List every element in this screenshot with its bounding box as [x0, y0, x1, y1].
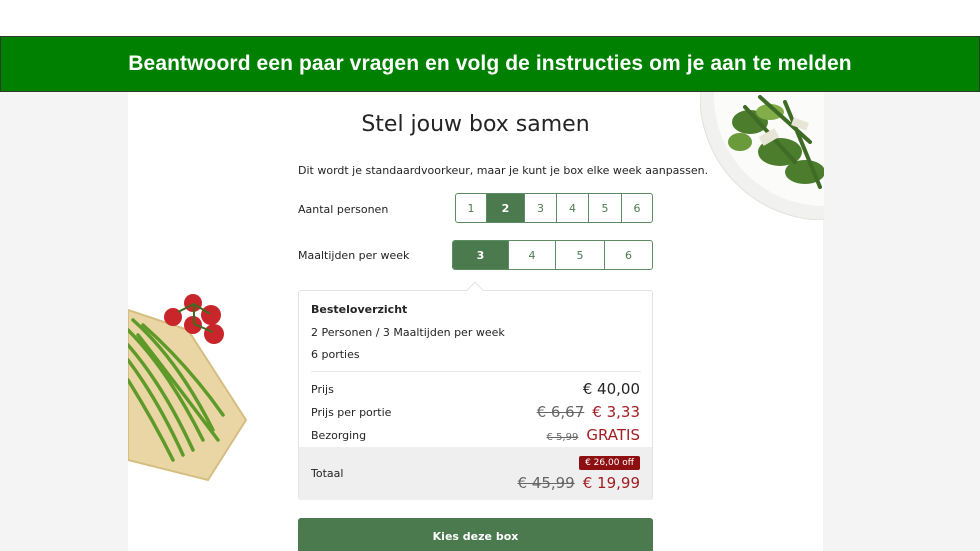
persons-option-1[interactable]: 1: [456, 194, 486, 222]
per-portion-old-price: € 6,67: [536, 403, 585, 421]
price-value: € 40,00: [582, 380, 640, 398]
summary-pointer: [466, 281, 484, 299]
persons-option-6[interactable]: 6: [621, 194, 652, 222]
delivery-label: Bezorging: [311, 429, 367, 442]
per-portion-values: € 6,67 € 3,33: [537, 403, 640, 421]
salad-plate-image: [700, 92, 824, 220]
summary-portions: 6 porties: [311, 348, 360, 361]
meals-label: Maaltijden per week: [298, 249, 410, 262]
top-margin: [0, 0, 980, 36]
meals-option-3[interactable]: 3: [453, 241, 508, 269]
persons-label: Aantal personen: [298, 203, 389, 216]
price-label: Prijs: [311, 383, 334, 396]
persons-option-4[interactable]: 4: [556, 194, 588, 222]
discount-badge: € 26,00 off: [579, 456, 640, 470]
total-values: € 45,99 € 19,99: [517, 474, 640, 492]
left-background: [0, 92, 128, 551]
delivery-old-price: € 5,99: [546, 432, 579, 443]
instruction-banner: Beantwoord een paar vragen en volg de in…: [0, 36, 980, 92]
persons-selector: 1 2 3 4 5 6: [455, 193, 653, 223]
intro-text: Dit wordt je standaardvoorkeur, maar je …: [298, 164, 709, 177]
total-section: Totaal € 26,00 off € 45,99 € 19,99: [299, 447, 652, 500]
persons-option-3[interactable]: 3: [524, 194, 556, 222]
order-summary: Besteloverzicht 2 Personen / 3 Maaltijde…: [298, 281, 653, 500]
meals-option-5[interactable]: 5: [555, 241, 604, 269]
persons-option-2[interactable]: 2: [486, 194, 524, 222]
green-beans-board-image: [128, 294, 248, 482]
meals-option-6[interactable]: 6: [604, 241, 652, 269]
total-new-price: € 19,99: [582, 474, 640, 492]
persons-option-5[interactable]: 5: [588, 194, 621, 222]
meals-option-4[interactable]: 4: [508, 241, 555, 269]
choose-box-button[interactable]: Kies deze box: [298, 518, 653, 551]
total-old-price: € 45,99: [517, 474, 575, 492]
right-background: [823, 92, 980, 551]
delivery-free: GRATIS: [586, 426, 640, 444]
delivery-values: € 5,99 GRATIS: [547, 426, 640, 444]
total-label: Totaal: [311, 467, 344, 480]
page: Beantwoord een paar vragen en volg de in…: [0, 0, 980, 551]
summary-persons-meals: 2 Personen / 3 Maaltijden per week: [311, 326, 505, 339]
per-portion-label: Prijs per portie: [311, 406, 392, 419]
meals-selector: 3 4 5 6: [452, 240, 653, 270]
summary-title: Besteloverzicht: [311, 303, 408, 316]
per-portion-new-price: € 3,33: [592, 403, 640, 421]
summary-divider: [311, 371, 641, 372]
banner-text: Beantwoord een paar vragen en volg de in…: [128, 52, 852, 75]
price-values: € 40,00: [583, 380, 640, 398]
